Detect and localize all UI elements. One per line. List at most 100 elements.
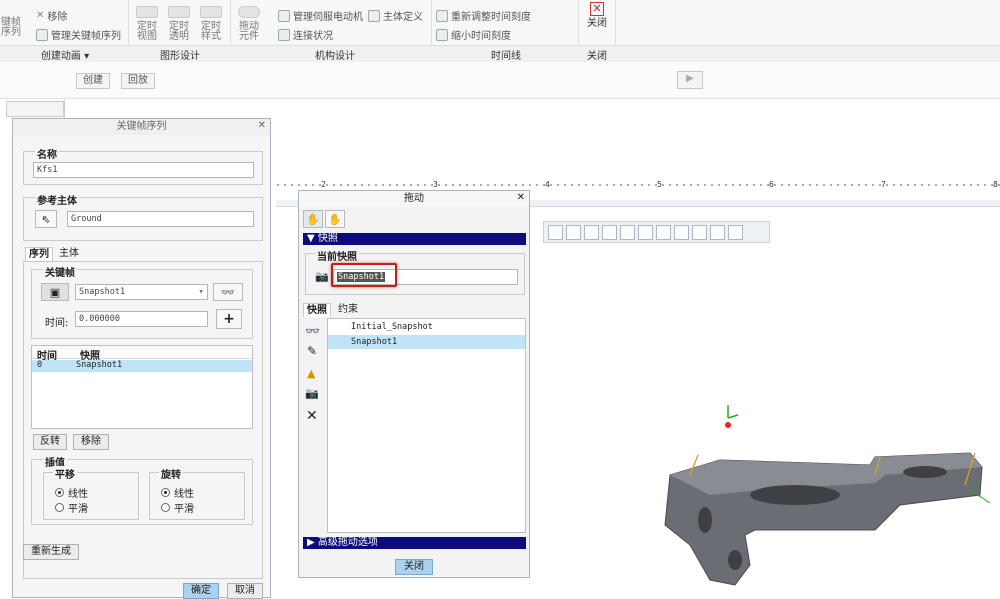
refit-icon[interactable]: [548, 224, 563, 240]
time-field[interactable]: 0.000000: [75, 311, 208, 327]
header-label: 快照: [317, 233, 338, 244]
group-timeline: 时间线: [491, 51, 521, 62]
row-time: 0: [37, 360, 43, 370]
list-item[interactable]: Initial_Snapshot: [328, 321, 525, 334]
reverse-button[interactable]: 反转: [33, 434, 67, 450]
advanced-drag-options-header[interactable]: ▶ 高级拖动选项: [303, 537, 526, 549]
close-icon[interactable]: ✕: [517, 192, 525, 203]
cancel-button[interactable]: 取消: [227, 583, 263, 599]
view-manager-icon[interactable]: [656, 224, 671, 240]
snapshot-camera-button[interactable]: ▣: [41, 283, 69, 301]
annotation-display-icon[interactable]: [692, 224, 707, 240]
keyframe-select[interactable]: Snapshot1 ▾: [75, 284, 208, 300]
saved-orientations-icon[interactable]: [638, 224, 653, 240]
dialog-title[interactable]: 拖动: [299, 191, 529, 207]
time-label: 时间:: [45, 318, 69, 329]
timed-view-button[interactable]: 定时 视图: [134, 6, 160, 42]
table-row[interactable]: 0 Snapshot1: [32, 360, 252, 372]
hand-icon: ✋: [306, 212, 320, 226]
tick-label: 3: [433, 180, 438, 189]
ok-button[interactable]: 确定: [183, 583, 219, 599]
list-item[interactable]: Snapshot1: [328, 335, 525, 349]
edit-pencil-icon[interactable]: ✎: [307, 344, 317, 358]
model-tree-toolbar[interactable]: [6, 101, 64, 117]
rescale-time-button[interactable]: 重新调整时间刻度: [436, 8, 531, 23]
playback-button[interactable]: 回放: [121, 73, 155, 89]
glasses-icon: 👓: [221, 285, 235, 299]
timed-style-button[interactable]: 定时 样式: [198, 6, 224, 42]
shrink-icon: [436, 28, 448, 41]
body-define-label: 主体定义: [383, 12, 423, 23]
l2: 元件: [239, 31, 259, 42]
rotate-linear-radio[interactable]: 线性: [161, 485, 194, 500]
keyframe-sequence-dialog: 关键帧序列 ✕ 名称 Kfs1 参考主体 ⇖ Ground 序列 主体 关键帧 …: [12, 118, 271, 599]
point-drag-button[interactable]: ✋: [303, 210, 323, 228]
keyframe-table: 时间 快照 0 Snapshot1: [31, 345, 253, 429]
style-icon: [200, 6, 222, 18]
list-icon: [36, 28, 48, 41]
body-drag-button[interactable]: ✋: [325, 210, 345, 228]
l2: 样式: [201, 31, 221, 42]
create-button[interactable]: 创建: [76, 73, 110, 89]
regenerate-button[interactable]: 重新生成: [23, 544, 79, 560]
rotate-smooth-radio[interactable]: 平滑: [161, 500, 194, 515]
body-define-button[interactable]: 主体定义: [368, 8, 423, 23]
mechanism-display-icon[interactable]: [728, 224, 743, 240]
rescale-label: 重新调整时间刻度: [451, 12, 531, 23]
manage-keyframe-button[interactable]: 管理关键帧序列: [36, 27, 121, 42]
timed-transparency-button[interactable]: 定时 透明: [166, 6, 192, 42]
add-keyframe-button[interactable]: +: [216, 309, 242, 329]
shrink-time-button[interactable]: 缩小时间刻度: [436, 27, 511, 42]
preview-glasses-button[interactable]: 👓: [213, 283, 243, 301]
tick-label: 7: [881, 180, 886, 189]
translate-linear-radio[interactable]: 线性: [55, 485, 88, 500]
3d-model-viewport[interactable]: [650, 395, 1000, 595]
radio-label: 平滑: [174, 504, 194, 515]
add-snapshot-icon[interactable]: 📷: [305, 387, 319, 400]
display-style-icon[interactable]: [620, 224, 635, 240]
collapse-triangle-icon: ▼: [307, 233, 318, 244]
drag-component-button[interactable]: 拖动 元件: [236, 6, 262, 42]
timeline-ruler: 2 3 4 5 6 7 8: [276, 180, 1000, 190]
tab-snapshots[interactable]: 快照: [303, 303, 331, 317]
snapshot-camera-icon[interactable]: 📷: [315, 270, 329, 283]
tab-constraints[interactable]: 约束: [335, 303, 361, 317]
snapshot-section-header[interactable]: ▼ 快照: [303, 233, 526, 245]
ref-body-field[interactable]: Ground: [67, 211, 254, 227]
ribbon: 键帧 序列 ✕ 移除 管理关键帧序列 定时 视图 定时 透明 定时 样式 拖动 元件 管…: [0, 0, 1000, 62]
preview-glasses-icon[interactable]: 👓: [305, 324, 320, 338]
create-keyframe-sequence-button[interactable]: 键帧 序列: [0, 18, 22, 38]
camera-icon: ▣: [49, 285, 61, 299]
translate-smooth-radio[interactable]: 平滑: [55, 500, 88, 515]
name-label: 名称: [35, 146, 59, 161]
dialog-title[interactable]: 关键帧序列: [13, 119, 270, 135]
datum-display-icon[interactable]: [674, 224, 689, 240]
radio-unchecked: [161, 503, 170, 512]
select-arrow-button[interactable]: ⇖: [35, 210, 57, 228]
body-icon: [368, 9, 380, 22]
zoom-out-icon[interactable]: [584, 224, 599, 240]
tab-body[interactable]: 主体: [56, 247, 82, 261]
ribbon-close-button[interactable]: ✕ 关闭: [584, 0, 610, 29]
tab-sequence[interactable]: 序列: [25, 247, 53, 261]
hand-icon: [238, 6, 260, 18]
group-create-animation[interactable]: 创建动画 ▾: [30, 47, 100, 62]
delete-x-icon[interactable]: ✕: [306, 408, 318, 424]
repaint-icon[interactable]: [602, 224, 617, 240]
manage-servo-button[interactable]: 管理伺服电动机: [278, 8, 363, 23]
zoom-in-icon[interactable]: [566, 224, 581, 240]
row-snapshot: Snapshot1: [76, 360, 123, 370]
play-button[interactable]: ▶: [677, 71, 703, 89]
close-button[interactable]: 关闭: [395, 559, 433, 575]
highlight-box: [331, 263, 397, 287]
close-icon[interactable]: ✕: [258, 120, 266, 131]
coordinate-system-icon: [725, 405, 739, 428]
remove-row-button[interactable]: 移除: [73, 434, 109, 450]
name-field[interactable]: Kfs1: [33, 162, 254, 178]
warning-icon[interactable]: ▲: [307, 367, 315, 380]
connect-icon: [278, 28, 290, 41]
ref-body-label: 参考主体: [35, 192, 79, 207]
spin-center-icon[interactable]: [710, 224, 725, 240]
remove-button[interactable]: ✕ 移除: [36, 8, 67, 23]
connect-status-button[interactable]: 连接状况: [278, 27, 333, 42]
